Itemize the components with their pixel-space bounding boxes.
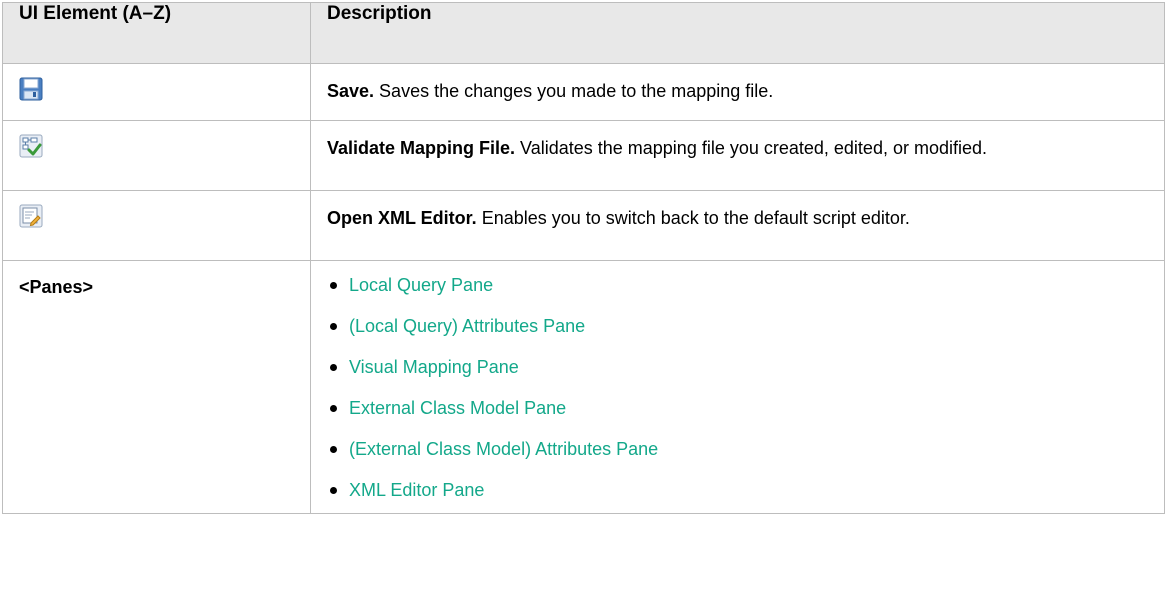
xml-editor-label: Open XML Editor.: [327, 208, 477, 228]
bullet-icon: [330, 282, 337, 289]
list-item: XML Editor Pane: [329, 470, 1148, 511]
description-cell-xml-editor: Open XML Editor. Enables you to switch b…: [310, 190, 1165, 261]
bullet-icon: [330, 364, 337, 371]
description-cell-save: Save. Saves the changes you made to the …: [310, 63, 1165, 121]
table-row-xml-editor: Open XML Editor. Enables you to switch b…: [2, 190, 1165, 261]
description-cell-validate: Validate Mapping File. Validates the map…: [310, 120, 1165, 191]
list-item: External Class Model Pane: [329, 388, 1148, 429]
header-description: Description: [310, 2, 1165, 64]
xml-editor-icon: [19, 204, 43, 228]
pane-link-list: Local Query Pane (Local Query) Attribute…: [329, 265, 1148, 511]
list-item: (External Class Model) Attributes Pane: [329, 429, 1148, 470]
link-xml-editor-pane[interactable]: XML Editor Pane: [349, 480, 484, 500]
header-row: UI Element (A–Z) Description: [2, 2, 1165, 64]
link-visual-mapping-pane[interactable]: Visual Mapping Pane: [349, 357, 519, 377]
validate-description: Validates the mapping file you created, …: [515, 138, 987, 158]
save-description: Saves the changes you made to the mappin…: [374, 81, 774, 101]
validate-label: Validate Mapping File.: [327, 138, 516, 158]
bullet-icon: [330, 323, 337, 330]
table-row-panes: <Panes> Local Query Pane (Local Query) A…: [2, 260, 1165, 514]
description-cell-panes: Local Query Pane (Local Query) Attribute…: [310, 260, 1165, 514]
table-row-save: Save. Saves the changes you made to the …: [2, 63, 1165, 121]
link-external-class-model-pane[interactable]: External Class Model Pane: [349, 398, 566, 418]
list-item: (Local Query) Attributes Pane: [329, 306, 1148, 347]
element-cell-xml-editor: [2, 190, 311, 261]
ui-elements-table: UI Element (A–Z) Description Save. Saves…: [2, 2, 1165, 514]
table-row-validate: Validate Mapping File. Validates the map…: [2, 120, 1165, 191]
link-local-query-pane[interactable]: Local Query Pane: [349, 275, 493, 295]
bullet-icon: [330, 446, 337, 453]
panes-label: <Panes>: [2, 260, 311, 514]
bullet-icon: [330, 487, 337, 494]
element-cell-save: [2, 63, 311, 121]
xml-editor-description: Enables you to switch back to the defaul…: [476, 208, 910, 228]
header-ui-element: UI Element (A–Z): [2, 2, 311, 64]
list-item: Local Query Pane: [329, 265, 1148, 306]
link-local-query-attributes-pane[interactable]: (Local Query) Attributes Pane: [349, 316, 585, 336]
save-label: Save.: [327, 81, 375, 101]
list-item: Visual Mapping Pane: [329, 347, 1148, 388]
bullet-icon: [330, 405, 337, 412]
validate-mapping-icon: [19, 134, 43, 158]
save-icon: [19, 77, 43, 101]
element-cell-validate: [2, 120, 311, 191]
link-external-class-model-attributes-pane[interactable]: (External Class Model) Attributes Pane: [349, 439, 658, 459]
